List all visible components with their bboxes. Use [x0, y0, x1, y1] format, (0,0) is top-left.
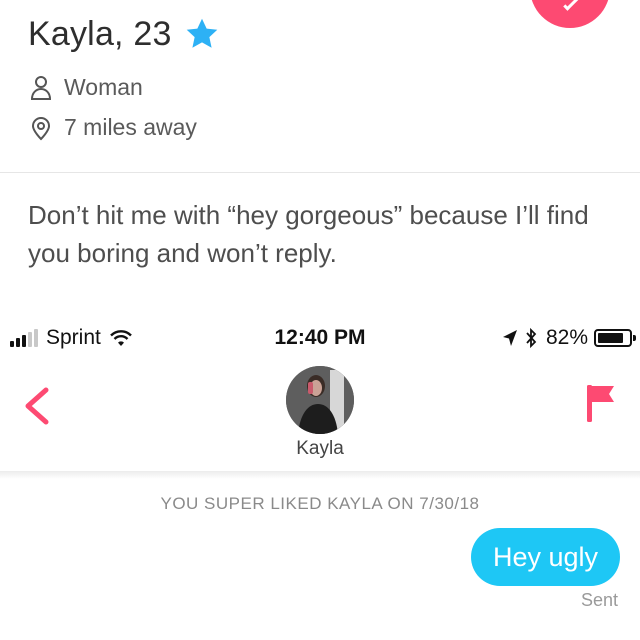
- flag-icon[interactable]: [584, 382, 618, 424]
- match-name: Kayla: [296, 438, 344, 459]
- profile-photo: [286, 366, 354, 434]
- message-status: Sent: [580, 590, 618, 610]
- profile-bio: Don’t hit me with “hey gorgeous” because…: [28, 200, 589, 268]
- profile-card: Kayla, 23 Woman 7 miles away Don’t hit m…: [0, 0, 640, 318]
- battery-percent: 82%: [545, 326, 588, 349]
- battery-icon: [594, 329, 636, 347]
- divider: [0, 172, 640, 173]
- header-shadow: [0, 471, 640, 479]
- gender-row: Woman: [30, 74, 143, 101]
- person-icon: [30, 75, 52, 100]
- distance-text: 7 miles away: [64, 114, 197, 140]
- star-icon: [186, 18, 217, 48]
- gender-text: Woman: [64, 74, 143, 100]
- superlike-notice: YOU SUPER LIKED KAYLA ON 7/30/18: [160, 494, 480, 513]
- check-icon: [563, 0, 579, 11]
- status-bar: Sprint 12:40 PM 82%: [0, 318, 640, 358]
- avatar[interactable]: [286, 366, 354, 434]
- chevron-left-icon[interactable]: [18, 384, 58, 428]
- bluetooth-icon: [526, 327, 537, 349]
- distance-row: 7 miles away: [30, 114, 197, 141]
- chat-header: Kayla: [0, 358, 640, 473]
- profile-name-age: Kayla, 23: [28, 14, 172, 53]
- profile-header: Kayla, 23: [28, 12, 220, 56]
- location-pin-icon: [31, 116, 51, 140]
- message-bubble[interactable]: Hey ugly: [470, 528, 620, 586]
- action-button[interactable]: [530, 0, 610, 28]
- location-arrow-icon: [502, 330, 517, 346]
